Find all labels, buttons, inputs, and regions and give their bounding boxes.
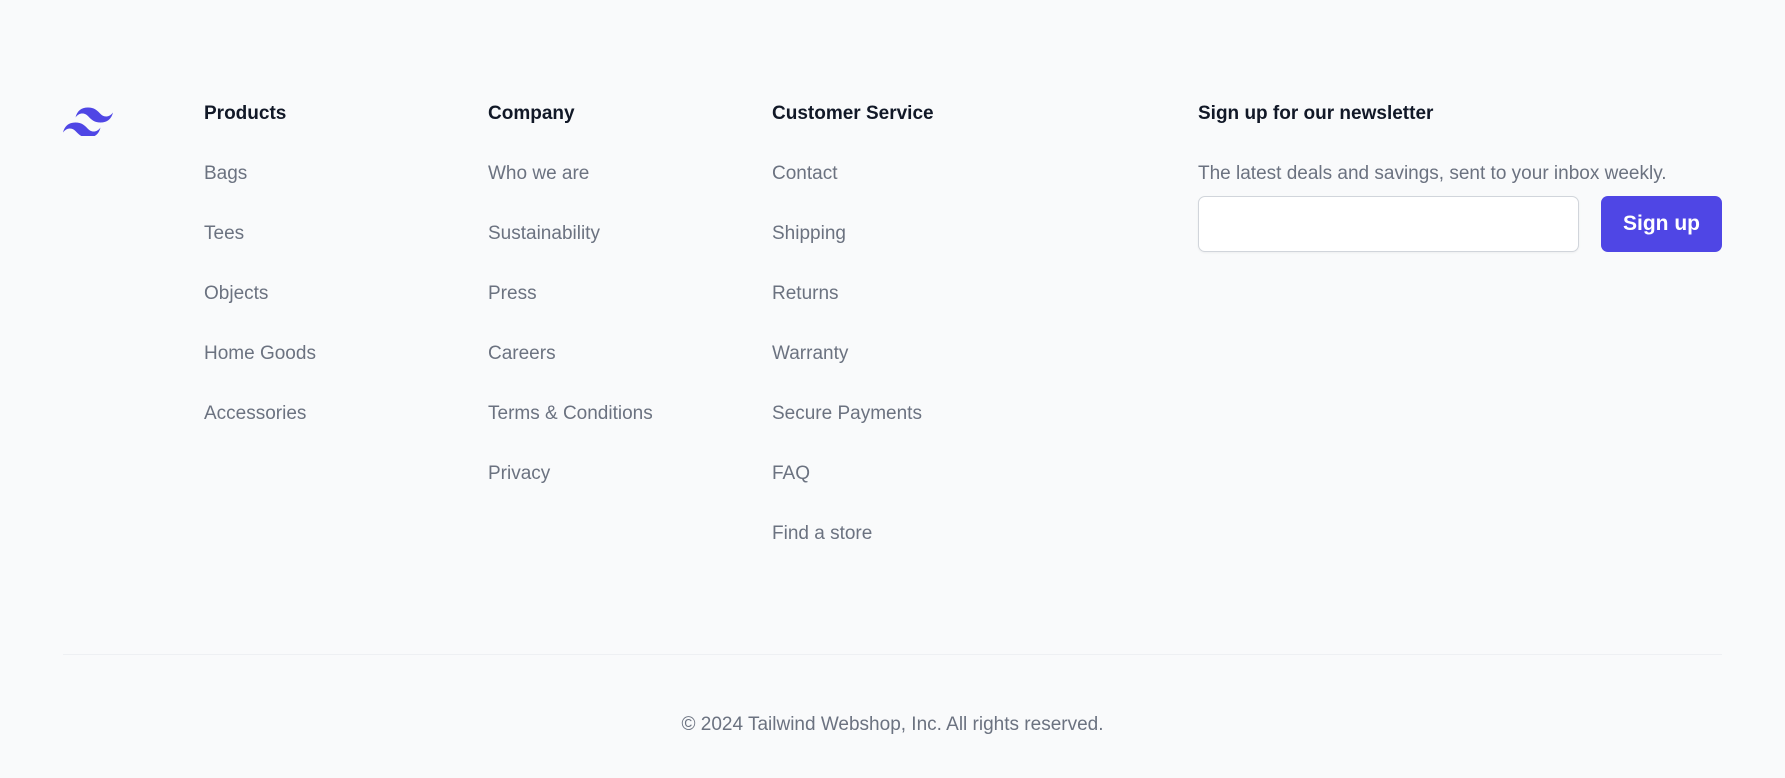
link-shipping[interactable]: Shipping [772, 220, 846, 248]
products-heading: Products [204, 103, 287, 124]
list-item: Tees [204, 220, 316, 280]
list-item: Terms & Conditions [488, 400, 653, 460]
link-accessories[interactable]: Accessories [204, 400, 306, 428]
link-contact[interactable]: Contact [772, 160, 837, 188]
newsletter-form: Sign up [1198, 196, 1723, 252]
company-heading: Company [488, 103, 575, 124]
customer-service-heading: Customer Service [772, 103, 934, 124]
list-item: Careers [488, 340, 653, 400]
list-item: Press [488, 280, 653, 340]
list-item: Sustainability [488, 220, 653, 280]
list-item: Objects [204, 280, 316, 340]
link-tees[interactable]: Tees [204, 220, 244, 248]
link-terms-conditions[interactable]: Terms & Conditions [488, 400, 653, 428]
list-item: Contact [772, 160, 934, 220]
link-sustainability[interactable]: Sustainability [488, 220, 600, 248]
list-item: FAQ [772, 460, 934, 520]
list-item: Home Goods [204, 340, 316, 400]
link-careers[interactable]: Careers [488, 340, 556, 368]
customer-service-links: Contact Shipping Returns Warranty Secure… [772, 160, 934, 580]
customer-service-column: Customer Service Contact Shipping Return… [772, 100, 934, 580]
link-returns[interactable]: Returns [772, 280, 839, 308]
link-bags[interactable]: Bags [204, 160, 247, 188]
list-item: Returns [772, 280, 934, 340]
link-objects[interactable]: Objects [204, 280, 268, 308]
newsletter-description: The latest deals and savings, sent to yo… [1198, 163, 1667, 184]
newsletter-section: Sign up for our newsletter The latest de… [1198, 100, 1723, 252]
link-find-a-store[interactable]: Find a store [772, 520, 872, 548]
footer-divider [63, 654, 1722, 655]
tailwind-waves-icon[interactable] [63, 104, 113, 136]
products-column: Products Bags Tees Objects Home Goods Ac… [204, 100, 316, 460]
link-home-goods[interactable]: Home Goods [204, 340, 316, 368]
products-links: Bags Tees Objects Home Goods Accessories [204, 160, 316, 460]
list-item: Privacy [488, 460, 653, 520]
list-item: Find a store [772, 520, 934, 580]
list-item: Accessories [204, 400, 316, 460]
company-links: Who we are Sustainability Press Careers … [488, 160, 653, 520]
list-item: Secure Payments [772, 400, 934, 460]
company-column: Company Who we are Sustainability Press … [488, 100, 653, 520]
link-who-we-are[interactable]: Who we are [488, 160, 589, 188]
list-item: Shipping [772, 220, 934, 280]
sign-up-button[interactable]: Sign up [1601, 196, 1722, 252]
site-footer: Products Bags Tees Objects Home Goods Ac… [0, 0, 1785, 778]
link-faq[interactable]: FAQ [772, 460, 810, 488]
copyright-text: © 2024 Tailwind Webshop, Inc. All rights… [681, 714, 1104, 735]
list-item: Bags [204, 160, 316, 220]
link-warranty[interactable]: Warranty [772, 340, 848, 368]
link-press[interactable]: Press [488, 280, 537, 308]
newsletter-heading: Sign up for our newsletter [1198, 103, 1434, 124]
link-secure-payments[interactable]: Secure Payments [772, 400, 922, 428]
list-item: Warranty [772, 340, 934, 400]
list-item: Who we are [488, 160, 653, 220]
email-input[interactable] [1198, 196, 1579, 252]
link-privacy[interactable]: Privacy [488, 460, 550, 488]
